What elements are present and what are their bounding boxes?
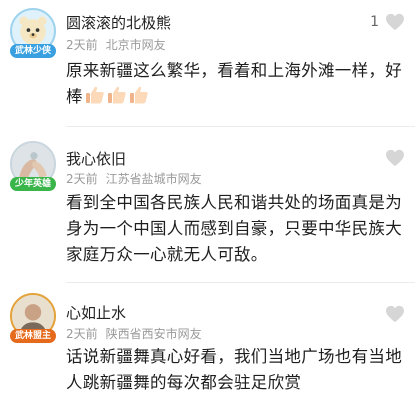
thumbs-up-icon bbox=[107, 86, 126, 104]
comment-time: 2天前 bbox=[66, 38, 98, 52]
comment-time: 2天前 bbox=[66, 327, 98, 341]
comment-text: 原来新疆这么繁华，看着和上海外滩一样，好棒 bbox=[66, 58, 406, 110]
comment-location: 北京市网友 bbox=[105, 38, 166, 52]
thumbs-up-icon bbox=[129, 86, 148, 104]
username[interactable]: 圆滚滚的北极熊 bbox=[66, 12, 171, 33]
comment-text: 话说新疆舞真心好看，我们当地广场也有当地人跳新疆舞的每次都会驻足欣赏 bbox=[66, 347, 402, 392]
comment-meta: 2天前 江苏省盐城市网友 bbox=[66, 170, 210, 187]
like-button[interactable] bbox=[385, 305, 405, 323]
thumbs-up-icon bbox=[85, 86, 104, 104]
like-button[interactable] bbox=[385, 149, 405, 167]
comment-meta: 2天前 陕西省西安市网友 bbox=[66, 325, 210, 342]
username[interactable]: 我心依旧 bbox=[66, 148, 126, 169]
user-level-badge: 武林盟主 bbox=[10, 329, 56, 343]
user-level-badge: 少年英雄 bbox=[10, 177, 56, 191]
username[interactable]: 心如止水 bbox=[66, 302, 126, 323]
heart-icon bbox=[386, 305, 404, 323]
user-level-badge: 武林少侠 bbox=[10, 44, 56, 58]
comment-location: 江苏省盐城市网友 bbox=[105, 172, 202, 186]
like-button[interactable]: 1 bbox=[370, 13, 405, 31]
heart-icon bbox=[386, 13, 404, 31]
comment-item: 武林少侠 圆滚滚的北极熊 2天前 北京市网友 1 原来新疆这么繁华，看着和上海外滩… bbox=[0, 0, 415, 127]
comment-location: 陕西省西安市网友 bbox=[105, 327, 202, 341]
emoji-group bbox=[85, 85, 149, 105]
comment-time: 2天前 bbox=[66, 172, 98, 186]
comment-item: 武林盟主 心如止水 2天前 陕西省西安市网友 话说新疆舞真心好看，我们当地广场也有… bbox=[0, 283, 415, 414]
heart-icon bbox=[386, 149, 404, 167]
comment-text: 看到全中国各民族人民和谐共处的场面真是为身为一个中国人而感到自豪，只要中华民族大… bbox=[66, 193, 402, 264]
comment-meta: 2天前 北京市网友 bbox=[66, 36, 174, 53]
like-count: 1 bbox=[370, 14, 379, 30]
comment-item: 少年英雄 我心依旧 2天前 江苏省盐城市网友 看到全中国各民族人民和谐共处的场面真… bbox=[0, 127, 415, 283]
